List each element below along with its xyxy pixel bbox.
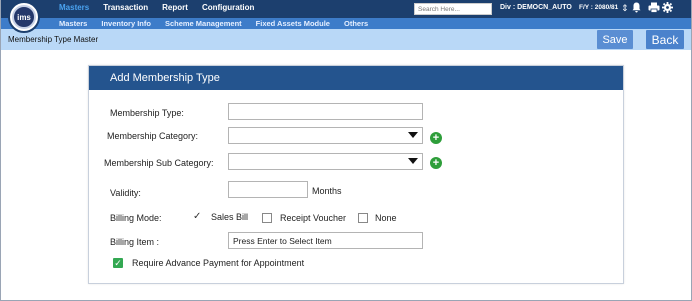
billing-mode-label: Billing Mode: (110, 213, 162, 223)
membership-sub-category-select[interactable] (228, 153, 423, 170)
chevron-down-icon (408, 132, 418, 138)
sales-bill-checkbox[interactable]: ✓ (193, 212, 203, 222)
menu-configuration[interactable]: Configuration (202, 3, 254, 12)
form-header: Add Membership Type (89, 66, 623, 90)
settings-icon[interactable] (662, 2, 673, 17)
ims-logo[interactable]: ims (8, 1, 40, 33)
validity-input[interactable] (228, 181, 308, 198)
add-sub-category-icon[interactable]: + (430, 157, 442, 169)
fiscal-year-label: F/Y : 2080/81 (579, 4, 619, 11)
submenu-others[interactable]: Others (344, 19, 368, 28)
advance-payment-checkbox[interactable]: ✓ (113, 258, 123, 268)
menu-report[interactable]: Report (162, 3, 188, 12)
bell-icon[interactable] (632, 2, 641, 17)
billing-item-label: Billing Item : (110, 237, 160, 247)
billing-item-input[interactable]: Press Enter to Select Item (228, 232, 423, 249)
add-category-icon[interactable]: + (430, 132, 442, 144)
division-label: Div : DEMOCN_AUTO (500, 4, 572, 11)
none-checkbox[interactable] (358, 213, 368, 223)
submenu-scheme-management[interactable]: Scheme Management (165, 19, 242, 28)
menu-transaction[interactable]: Transaction (103, 3, 148, 12)
sort-icon[interactable]: ⇕ (621, 2, 629, 14)
sales-bill-label: Sales Bill (211, 212, 249, 222)
page-header: Membership Type Master Save Back (1, 29, 691, 50)
form-title: Add Membership Type (110, 72, 220, 84)
sub-navbar: Masters Inventory Info Scheme Management… (1, 18, 691, 29)
advance-payment-label: Require Advance Payment for Appointment (132, 258, 305, 268)
membership-category-select[interactable] (228, 127, 423, 144)
back-button[interactable]: Back (646, 30, 684, 49)
save-button[interactable]: Save (597, 30, 633, 49)
logo-emblem: ims (12, 5, 36, 29)
search-input[interactable] (414, 3, 492, 15)
submenu-inventory-info[interactable]: Inventory Info (101, 19, 151, 28)
sub-menu: Masters Inventory Info Scheme Management… (59, 19, 368, 28)
receipt-voucher-checkbox[interactable] (262, 213, 272, 223)
top-navbar: Masters Transaction Report Configuration… (1, 0, 691, 18)
validity-label: Validity: (110, 188, 141, 198)
top-menu: Masters Transaction Report Configuration (59, 3, 254, 12)
membership-category-label: Membership Category: (107, 131, 199, 141)
chevron-down-icon (408, 158, 418, 164)
membership-type-input[interactable] (228, 103, 423, 120)
validity-unit-label: Months (312, 186, 342, 196)
print-icon[interactable] (648, 2, 660, 17)
page-title: Membership Type Master (8, 35, 99, 44)
membership-sub-category-label: Membership Sub Category: (104, 158, 214, 168)
membership-type-label: Membership Type: (110, 108, 184, 118)
menu-masters[interactable]: Masters (59, 3, 89, 12)
submenu-masters[interactable]: Masters (59, 19, 87, 28)
none-label: None (375, 213, 397, 223)
membership-type-form: Add Membership Type Membership Type: Mem… (88, 65, 624, 284)
receipt-voucher-label: Receipt Voucher (280, 213, 347, 223)
submenu-fixed-assets-module[interactable]: Fixed Assets Module (256, 19, 330, 28)
